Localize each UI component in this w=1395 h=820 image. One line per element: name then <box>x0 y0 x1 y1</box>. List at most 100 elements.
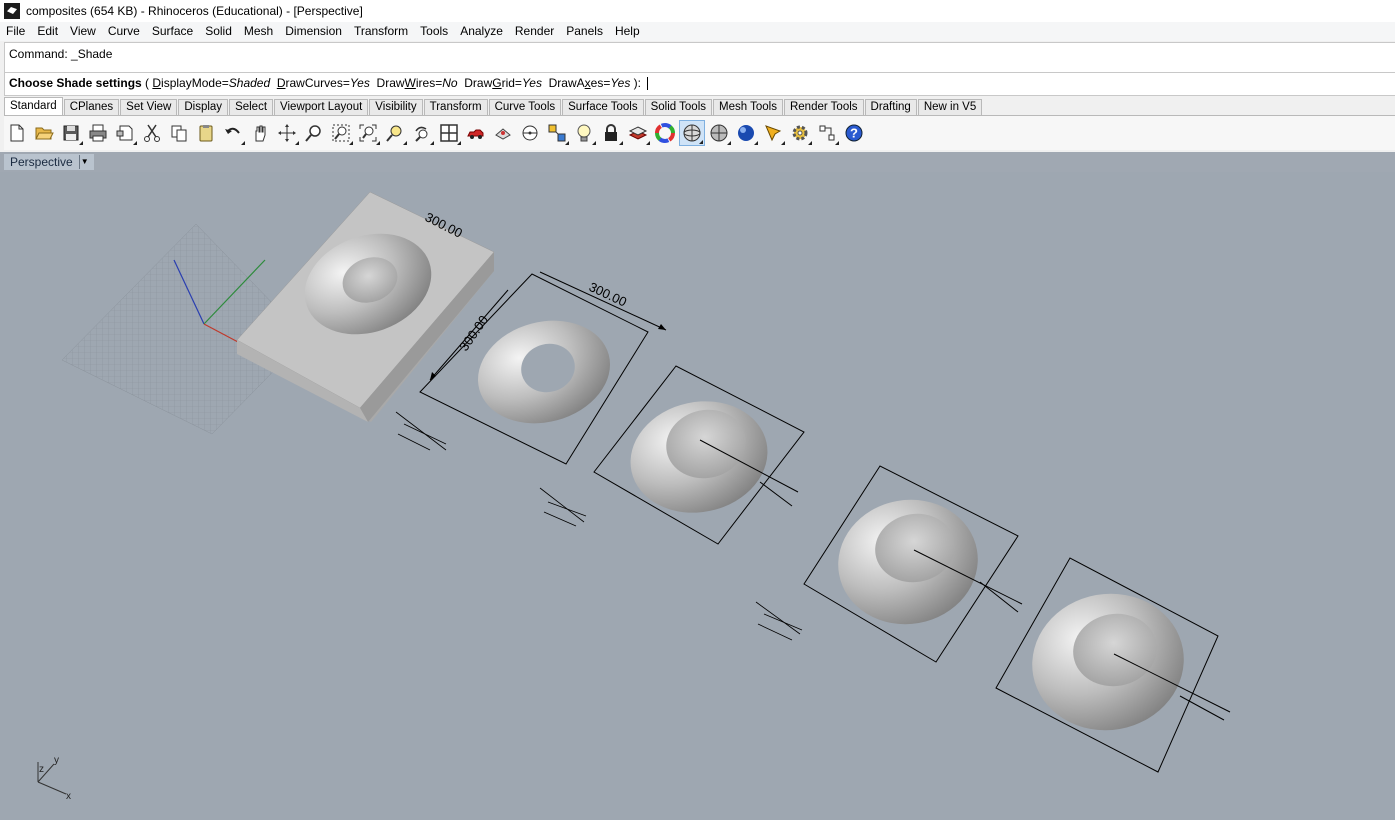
block-model[interactable]: 300.00 <box>236 191 495 422</box>
options-button[interactable] <box>787 120 813 146</box>
menu-edit[interactable]: Edit <box>31 22 64 41</box>
menu-solid[interactable]: Solid <box>199 22 238 41</box>
tab-transform[interactable]: Transform <box>423 99 488 115</box>
viewport-tab[interactable]: Perspective ▼ <box>4 154 94 170</box>
lock-icon <box>605 124 617 141</box>
viewport-menu-arrow-icon[interactable]: ▼ <box>78 155 90 169</box>
zoom-dynamic-button[interactable] <box>301 120 327 146</box>
option-drawaxes[interactable]: DrawAxes=Yes <box>549 76 631 90</box>
zoom-window-button[interactable] <box>328 120 354 146</box>
grid-snap-button[interactable] <box>544 120 570 146</box>
viewport-title: Perspective <box>10 155 73 169</box>
color-wheel-button[interactable] <box>652 120 678 146</box>
menu-surface[interactable]: Surface <box>146 22 199 41</box>
small-dimension-3 <box>755 601 803 641</box>
tab-select[interactable]: Select <box>229 99 274 115</box>
tab-solid-tools[interactable]: Solid Tools <box>644 99 712 115</box>
shade-button[interactable] <box>679 120 705 146</box>
zoom-extents-button[interactable] <box>355 120 381 146</box>
lock-button[interactable] <box>598 120 624 146</box>
option-drawwires[interactable]: DrawWires=No <box>377 76 458 90</box>
print-button[interactable] <box>85 120 111 146</box>
render-sphere-icon <box>738 125 754 141</box>
axis-triad: z y x <box>37 755 71 802</box>
menu-curve[interactable]: Curve <box>102 22 146 41</box>
title-bar: composites (654 KB) - Rhinoceros (Educat… <box>0 0 1395 23</box>
tab-new-in-v5[interactable]: New in V5 <box>917 99 983 115</box>
tab-display[interactable]: Display <box>178 99 229 115</box>
command-separator <box>5 72 1395 73</box>
four-viewports-icon <box>440 124 458 142</box>
menu-transform[interactable]: Transform <box>348 22 414 41</box>
option-displaymode[interactable]: DisplayMode=Shaded <box>152 76 270 90</box>
undo-view-icon <box>415 126 428 142</box>
option-drawcurves[interactable]: DrawCurves=Yes <box>277 76 370 90</box>
tab-mesh-tools[interactable]: Mesh Tools <box>713 99 783 115</box>
layer-icon <box>628 126 648 140</box>
new-icon <box>10 124 24 142</box>
save-button[interactable] <box>58 120 84 146</box>
small-dimension-2 <box>539 487 587 527</box>
car-icon <box>467 129 484 139</box>
axis-label-x: x <box>66 791 71 802</box>
menu-panels[interactable]: Panels <box>560 22 609 41</box>
open-icon <box>35 127 54 140</box>
cut-button[interactable] <box>139 120 165 146</box>
open-button[interactable] <box>31 120 57 146</box>
tab-visibility[interactable]: Visibility <box>369 99 423 115</box>
new-button[interactable] <box>4 120 30 146</box>
import-button[interactable] <box>112 120 138 146</box>
tab-drafting[interactable]: Drafting <box>864 99 917 115</box>
zoom-selected-button[interactable] <box>382 120 408 146</box>
menu-view[interactable]: View <box>64 22 102 41</box>
tab-set-view[interactable]: Set View <box>120 99 178 115</box>
point-icon <box>522 125 538 141</box>
viewport-canvas[interactable]: 300.00 300.00 300.00 z y x <box>0 172 1395 820</box>
menu-render[interactable]: Render <box>509 22 560 41</box>
car-button[interactable] <box>463 120 489 146</box>
tab-surface-tools[interactable]: Surface Tools <box>562 99 644 115</box>
tab-cplanes[interactable]: CPlanes <box>63 99 120 115</box>
four-viewports-button[interactable] <box>436 120 462 146</box>
light-button[interactable] <box>571 120 597 146</box>
properties-button[interactable] <box>490 120 516 146</box>
tab-viewport-layout[interactable]: Viewport Layout <box>274 99 369 115</box>
dimension-button[interactable] <box>814 120 840 146</box>
menu-file[interactable]: File <box>0 22 31 41</box>
rotate-view-button[interactable] <box>274 120 300 146</box>
zoom-dynamic-icon <box>305 125 321 142</box>
perspective-viewport[interactable]: 300.00 300.00 300.00 z y x <box>0 172 1395 820</box>
point-button[interactable] <box>517 120 543 146</box>
menu-analyze[interactable]: Analyze <box>454 22 509 41</box>
layer-button[interactable] <box>625 120 651 146</box>
option-drawgrid[interactable]: DrawGrid=Yes <box>464 76 542 90</box>
pan-icon <box>255 125 266 142</box>
light-icon <box>577 124 591 142</box>
paste-button[interactable] <box>193 120 219 146</box>
help-button[interactable]: ? <box>841 120 867 146</box>
render-tools-button[interactable] <box>760 120 786 146</box>
menu-dimension[interactable]: Dimension <box>279 22 348 41</box>
undo-icon <box>225 127 240 134</box>
command-prompt[interactable]: Choose Shade settings ( DisplayMode=Shad… <box>9 76 649 91</box>
rhino-app-icon[interactable] <box>4 3 20 19</box>
depth-dimension-label: 300.00 <box>456 313 491 354</box>
torus-model-3[interactable] <box>803 465 1023 663</box>
pan-button[interactable] <box>247 120 273 146</box>
rendered-button[interactable] <box>706 120 732 146</box>
menu-tools[interactable]: Tools <box>414 22 454 41</box>
render-sphere-button[interactable] <box>733 120 759 146</box>
help-icon: ? <box>845 124 863 142</box>
window-title: composites (654 KB) - Rhinoceros (Educat… <box>26 4 363 18</box>
zoom-extents-icon <box>359 124 377 142</box>
menu-help[interactable]: Help <box>609 22 646 41</box>
copy-button[interactable] <box>166 120 192 146</box>
torus-model-4[interactable] <box>995 557 1231 773</box>
menu-mesh[interactable]: Mesh <box>238 22 279 41</box>
undo-view-button[interactable] <box>409 120 435 146</box>
torus-model-2[interactable] <box>593 365 805 545</box>
undo-button[interactable] <box>220 120 246 146</box>
tab-render-tools[interactable]: Render Tools <box>783 99 864 115</box>
tab-curve-tools[interactable]: Curve Tools <box>488 99 562 115</box>
tab-standard[interactable]: Standard <box>4 97 63 115</box>
